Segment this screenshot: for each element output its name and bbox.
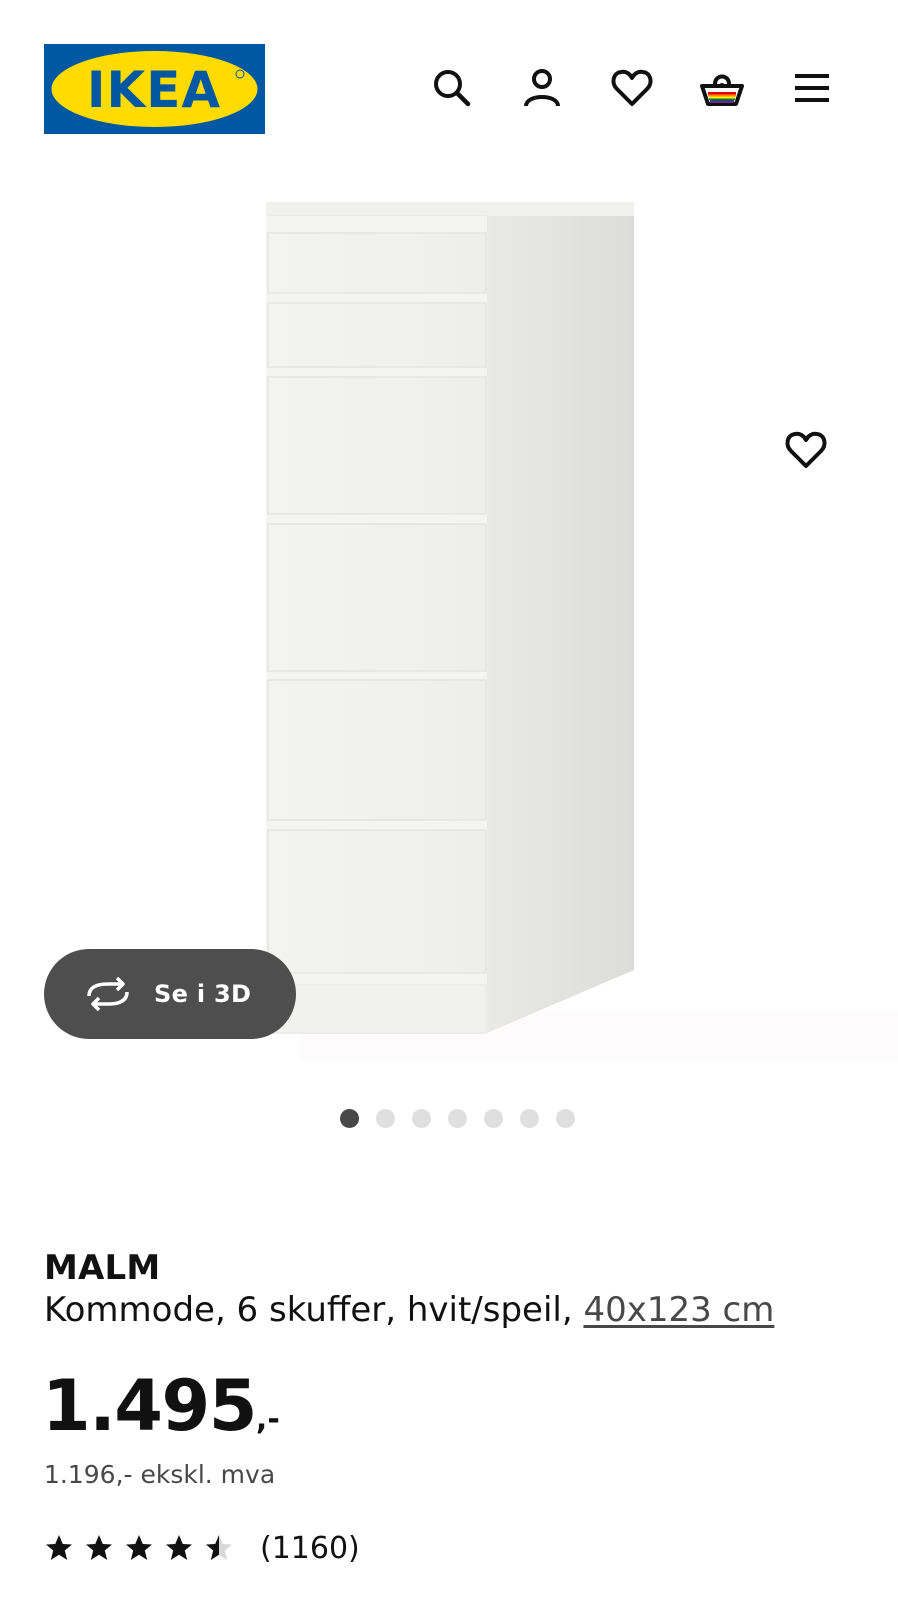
star-full-icon bbox=[84, 1533, 114, 1563]
dresser-illustration bbox=[266, 202, 898, 1060]
product-price: 1.495 ,- bbox=[42, 1366, 280, 1446]
price-integer: 1.495 bbox=[42, 1365, 257, 1447]
product-image[interactable] bbox=[0, 180, 898, 1080]
product-name: MALM bbox=[44, 1248, 161, 1288]
basket-icon[interactable] bbox=[698, 64, 746, 112]
account-icon[interactable] bbox=[518, 64, 566, 112]
star-half-icon bbox=[204, 1533, 234, 1563]
header: IKEA bbox=[0, 0, 898, 150]
carousel-dot-7[interactable] bbox=[555, 1109, 575, 1128]
carousel-dot-2[interactable] bbox=[375, 1109, 395, 1128]
carousel-dot-6[interactable] bbox=[519, 1109, 539, 1128]
star-full-icon bbox=[124, 1533, 154, 1563]
product-size-link[interactable]: 40x123 cm bbox=[583, 1290, 774, 1330]
carousel-dot-5[interactable] bbox=[483, 1109, 503, 1128]
product-rating[interactable]: (1160) bbox=[44, 1528, 360, 1568]
carousel-dot-3[interactable] bbox=[411, 1109, 431, 1128]
price-excl-vat: 1.196,- ekskl. mva bbox=[44, 1460, 276, 1489]
image-carousel-dots bbox=[0, 1109, 898, 1129]
menu-icon[interactable] bbox=[788, 64, 836, 112]
star-full-icon bbox=[164, 1533, 194, 1563]
carousel-dot-1[interactable] bbox=[339, 1109, 359, 1128]
heart-icon[interactable] bbox=[608, 64, 656, 112]
price-suffix: ,- bbox=[255, 1402, 280, 1437]
star-full-icon bbox=[44, 1533, 74, 1563]
favorite-heart-icon[interactable] bbox=[784, 428, 832, 476]
search-icon[interactable] bbox=[428, 64, 476, 112]
product-description-text: Kommode, 6 skuffer, hvit/speil, bbox=[44, 1290, 584, 1330]
svg-text:IKEA: IKEA bbox=[87, 61, 221, 119]
rotate-3d-icon bbox=[82, 976, 134, 1012]
review-count: (1160) bbox=[260, 1530, 360, 1566]
product-description: Kommode, 6 skuffer, hvit/speil, 40x123 c… bbox=[44, 1290, 774, 1330]
view-3d-button[interactable]: Se i 3D bbox=[44, 949, 296, 1039]
view-3d-label: Se i 3D bbox=[154, 980, 252, 1008]
ikea-logo[interactable]: IKEA bbox=[44, 44, 265, 134]
carousel-dot-4[interactable] bbox=[447, 1109, 467, 1128]
